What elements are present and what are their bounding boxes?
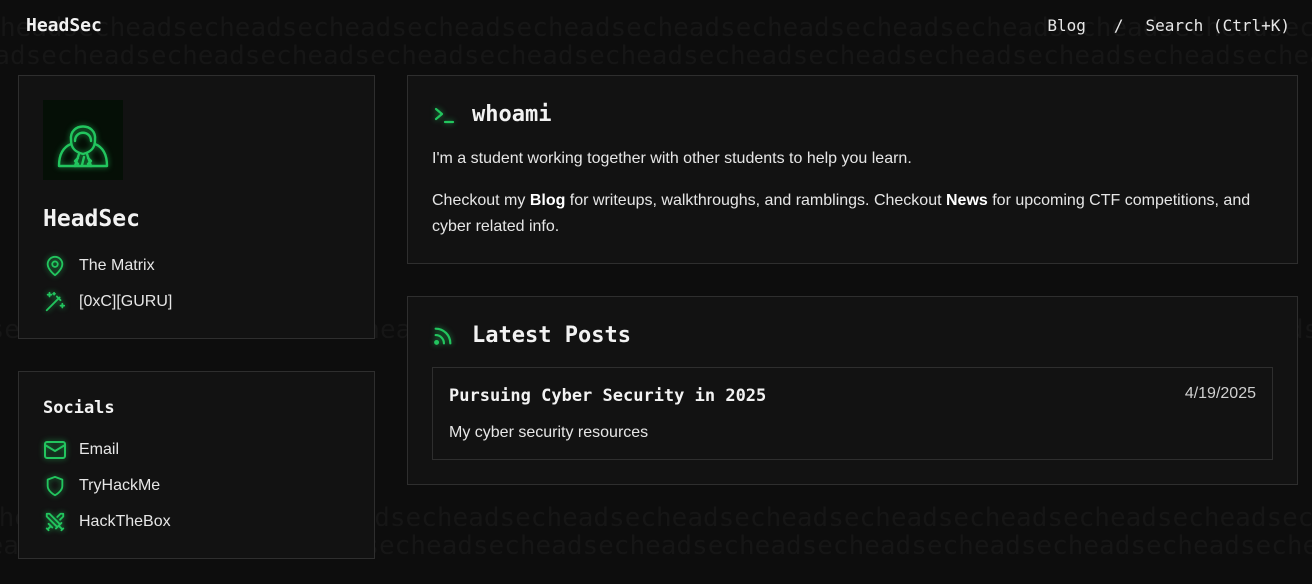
- search-button[interactable]: Search (Ctrl+K): [1146, 16, 1291, 35]
- mail-icon: [43, 438, 67, 462]
- latest-posts-heading: Latest Posts: [432, 323, 631, 348]
- swords-icon: [43, 510, 67, 534]
- whoami-intro: I'm a student working together with othe…: [432, 150, 912, 167]
- social-hackthebox-label[interactable]: HackTheBox: [79, 513, 171, 531]
- map-pin-icon: [43, 254, 67, 278]
- nav-links: Blog / Search (Ctrl+K): [1047, 16, 1290, 35]
- site-brand[interactable]: HeadSec: [26, 15, 102, 36]
- magic-wand-icon: [43, 290, 67, 314]
- post-item[interactable]: Pursuing Cyber Security in 2025 4/19/202…: [432, 367, 1273, 460]
- desc-text-2: for writeups, walkthroughs, and rambling…: [565, 192, 946, 209]
- location-label: The Matrix: [79, 257, 155, 274]
- social-email-link[interactable]: Email: [43, 438, 119, 462]
- social-tryhackme-label[interactable]: TryHackMe: [79, 477, 160, 495]
- desc-text-1: Checkout my: [432, 192, 530, 209]
- whoami-title: whoami: [472, 102, 552, 127]
- social-tryhackme-link[interactable]: TryHackMe: [43, 474, 160, 498]
- whoami-description: Checkout my Blog for writeups, walkthrou…: [432, 188, 1262, 240]
- shield-icon: [43, 474, 67, 498]
- nav-blog-link[interactable]: Blog: [1047, 16, 1086, 35]
- latest-posts-card: Latest Posts Pursuing Cyber Security in …: [407, 296, 1298, 485]
- post-description: My cyber security resources: [449, 424, 649, 441]
- top-nav: HeadSec Blog / Search (Ctrl+K): [0, 0, 1312, 54]
- post-title[interactable]: Pursuing Cyber Security in 2025: [449, 386, 766, 406]
- social-hackthebox-link[interactable]: HackTheBox: [43, 510, 171, 534]
- hacker-hoodie-icon: [57, 125, 109, 168]
- latest-posts-title: Latest Posts: [472, 323, 631, 348]
- profile-card: HeadSec The Matrix [0xC][GURU]: [18, 75, 375, 339]
- post-date: 4/19/2025: [1184, 385, 1256, 402]
- profile-name: HeadSec: [43, 206, 140, 232]
- news-link[interactable]: News: [946, 192, 988, 209]
- nav-separator: /: [1113, 16, 1124, 35]
- profile-rank: [0xC][GURU]: [43, 290, 172, 314]
- whoami-heading: whoami: [432, 102, 551, 127]
- rss-icon: [432, 324, 456, 348]
- terminal-icon: [432, 103, 456, 127]
- whoami-card: whoami I'm a student working together wi…: [407, 75, 1298, 264]
- profile-location: The Matrix: [43, 254, 155, 278]
- socials-title: Socials: [43, 398, 115, 418]
- avatar: [43, 100, 123, 180]
- rank-label: [0xC][GURU]: [79, 293, 173, 310]
- socials-card: Socials Email TryHackMe HackTheBox: [18, 371, 375, 559]
- social-email-label[interactable]: Email: [79, 441, 119, 459]
- blog-link[interactable]: Blog: [530, 192, 566, 209]
